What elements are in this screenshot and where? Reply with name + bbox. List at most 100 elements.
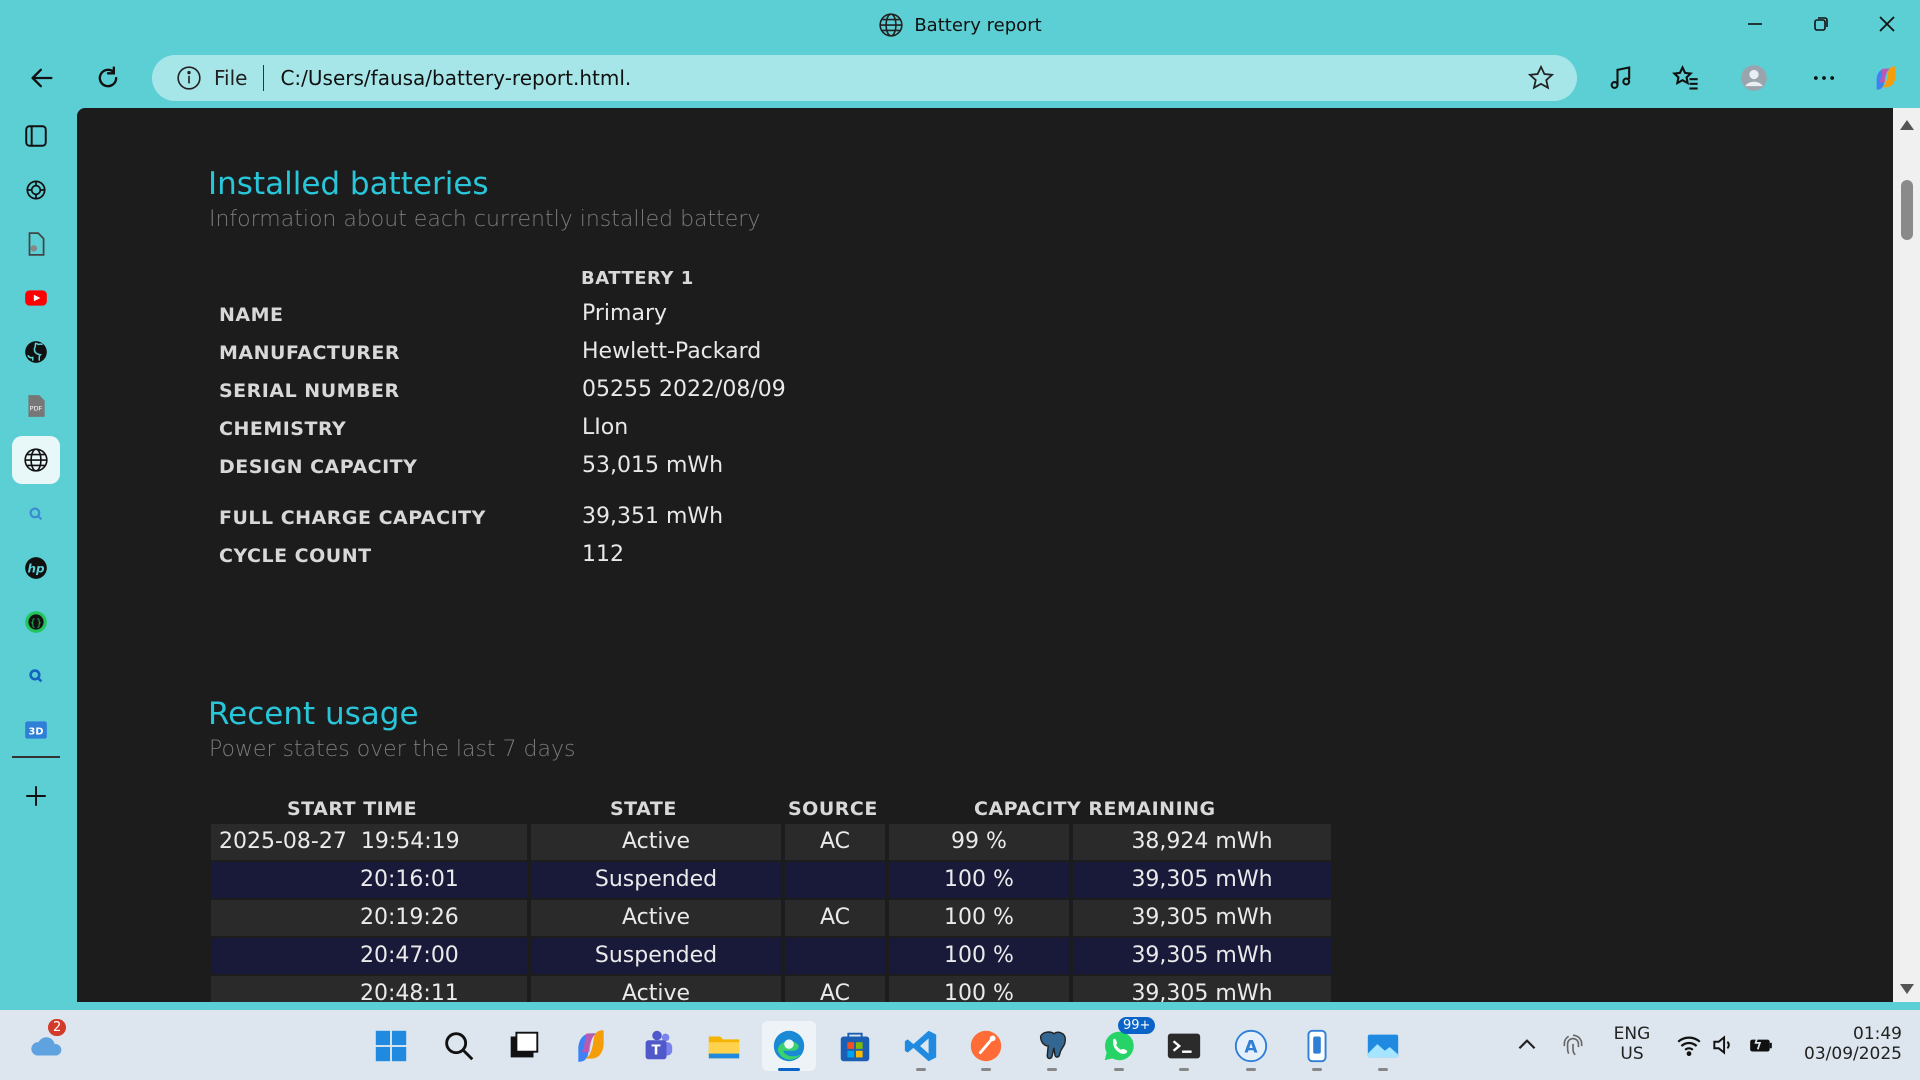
favorites-button[interactable]	[1662, 54, 1710, 102]
column-header-start-time: START TIME	[287, 798, 418, 820]
sidebar-item-youtube[interactable]	[12, 274, 60, 322]
info-icon[interactable]	[176, 65, 202, 91]
clock-time: 01:49	[1853, 1024, 1902, 1044]
star-icon[interactable]	[1527, 64, 1555, 92]
running-indicator	[981, 1068, 991, 1071]
magnifier-icon	[29, 669, 43, 683]
wifi-icon[interactable]	[1676, 1032, 1702, 1058]
taskbar-terminal[interactable]	[1157, 1021, 1211, 1071]
battery-info-value: 53,015 mWh	[582, 453, 724, 478]
sidebar-item-github[interactable]	[12, 328, 60, 376]
copilot-icon	[578, 1030, 604, 1062]
taskbar-app-a[interactable]: A	[1224, 1021, 1278, 1071]
weather-badge: 2	[48, 1019, 67, 1036]
sidebar-item-search[interactable]	[12, 490, 60, 538]
sidebar-item-3d[interactable]: 3D	[12, 706, 60, 754]
sidebar-item-chatgpt[interactable]	[12, 166, 60, 214]
sidebar-divider	[12, 756, 60, 758]
minimize-icon	[1748, 23, 1762, 25]
sidebar-item-search-2[interactable]	[12, 652, 60, 700]
plus-icon	[26, 786, 46, 806]
taskbar-teams[interactable]: T	[630, 1021, 684, 1071]
scrollbar-thumb[interactable]	[1901, 180, 1913, 240]
arrow-left-icon	[31, 68, 53, 88]
taskbar-photos[interactable]	[1356, 1021, 1410, 1071]
running-indicator	[1047, 1068, 1057, 1071]
clock[interactable]: 01:49 03/09/2025	[1786, 1024, 1902, 1064]
copilot-button[interactable]	[1862, 54, 1910, 102]
start-time: 20:48:11	[360, 981, 459, 1002]
terminal-icon	[1167, 1033, 1201, 1059]
task-view-button[interactable]	[497, 1021, 551, 1071]
document-icon	[28, 232, 45, 256]
svg-text:hp: hp	[28, 561, 45, 575]
vscode-icon	[904, 1030, 937, 1062]
profile-button[interactable]	[1730, 54, 1778, 102]
address-bar[interactable]: File C:/Users/fausa/battery-report.html.	[152, 55, 1577, 101]
taskbar-postman[interactable]	[959, 1021, 1013, 1071]
svg-text:3D: 3D	[29, 726, 44, 737]
start-time: 20:16:01	[360, 867, 459, 892]
minimize-button[interactable]	[1722, 0, 1788, 48]
state-cell: Active	[531, 900, 781, 936]
restore-button[interactable]	[1788, 0, 1854, 48]
more-icon	[1813, 76, 1835, 80]
close-icon	[1879, 16, 1895, 32]
capacity-percent-cell: 100 %	[889, 976, 1069, 1002]
running-indicator	[1114, 1068, 1124, 1071]
taskbar-copilot[interactable]	[564, 1021, 618, 1071]
chevron-up-icon[interactable]	[1514, 1032, 1540, 1058]
youtube-icon	[25, 290, 47, 306]
sidebar-item-tab-actions[interactable]	[12, 112, 60, 160]
svg-text:{}: {}	[30, 618, 42, 629]
volume-icon[interactable]	[1710, 1032, 1736, 1058]
url-text[interactable]: C:/Users/fausa/battery-report.html.	[280, 66, 631, 90]
vertical-scrollbar[interactable]	[1893, 108, 1920, 1002]
column-header-state: STATE	[610, 798, 677, 820]
3d-viewer-icon: 3D	[25, 721, 47, 739]
sidebar-item-code[interactable]: {}	[12, 598, 60, 646]
start-button[interactable]	[364, 1021, 418, 1071]
taskbar-vscode[interactable]	[894, 1021, 948, 1071]
close-button[interactable]	[1854, 0, 1920, 48]
back-button[interactable]	[18, 54, 66, 102]
sidebar-item-hp[interactable]: hp	[12, 544, 60, 592]
restore-icon	[1814, 17, 1828, 31]
search-icon	[445, 1032, 474, 1061]
battery-info-value: 05255 2022/08/09	[582, 377, 786, 402]
chatgpt-icon	[26, 180, 46, 200]
sidebar-item-pdf[interactable]: PDF	[12, 382, 60, 430]
language-indicator[interactable]: ENG US	[1608, 1024, 1656, 1064]
taskbar-store[interactable]	[828, 1021, 882, 1071]
taskbar-edge[interactable]	[762, 1021, 816, 1071]
battery-info-label: NAME	[219, 304, 284, 326]
more-button[interactable]	[1800, 54, 1848, 102]
scroll-down-arrow[interactable]	[1900, 984, 1914, 994]
taskbar-pgadmin[interactable]	[1025, 1021, 1079, 1071]
taskbar-phone-link[interactable]	[1290, 1021, 1344, 1071]
running-indicator	[916, 1068, 926, 1071]
taskbar-whatsapp[interactable]: 99+	[1092, 1017, 1156, 1071]
edge-icon	[773, 1030, 805, 1062]
github-icon	[25, 341, 47, 363]
svg-text:PDF: PDF	[30, 404, 43, 412]
start-time: 19:54:19	[360, 829, 460, 854]
refresh-button[interactable]	[84, 54, 132, 102]
read-aloud-button[interactable]	[1597, 54, 1645, 102]
taskbar-search[interactable]	[432, 1021, 486, 1071]
battery-info-label: DESIGN CAPACITY	[219, 456, 418, 478]
taskbar-file-explorer[interactable]	[697, 1021, 751, 1071]
fingerprint-icon[interactable]	[1560, 1032, 1586, 1058]
address-separator	[263, 65, 265, 91]
battery-charging-icon[interactable]	[1748, 1032, 1774, 1058]
weather-widget[interactable]: 2	[20, 1019, 74, 1071]
sidebar-add-button[interactable]	[12, 772, 60, 820]
battery-info-value: 112	[582, 542, 624, 567]
tab-actions-icon	[25, 125, 47, 147]
sidebar-item-file[interactable]	[12, 220, 60, 268]
state-cell: Active	[531, 824, 781, 860]
state-cell: Suspended	[531, 862, 781, 898]
start-time-cell: 2025-08-27 19:54:19	[211, 824, 527, 860]
sidebar-item-battery-report[interactable]	[12, 436, 60, 484]
scroll-up-arrow[interactable]	[1900, 120, 1914, 130]
